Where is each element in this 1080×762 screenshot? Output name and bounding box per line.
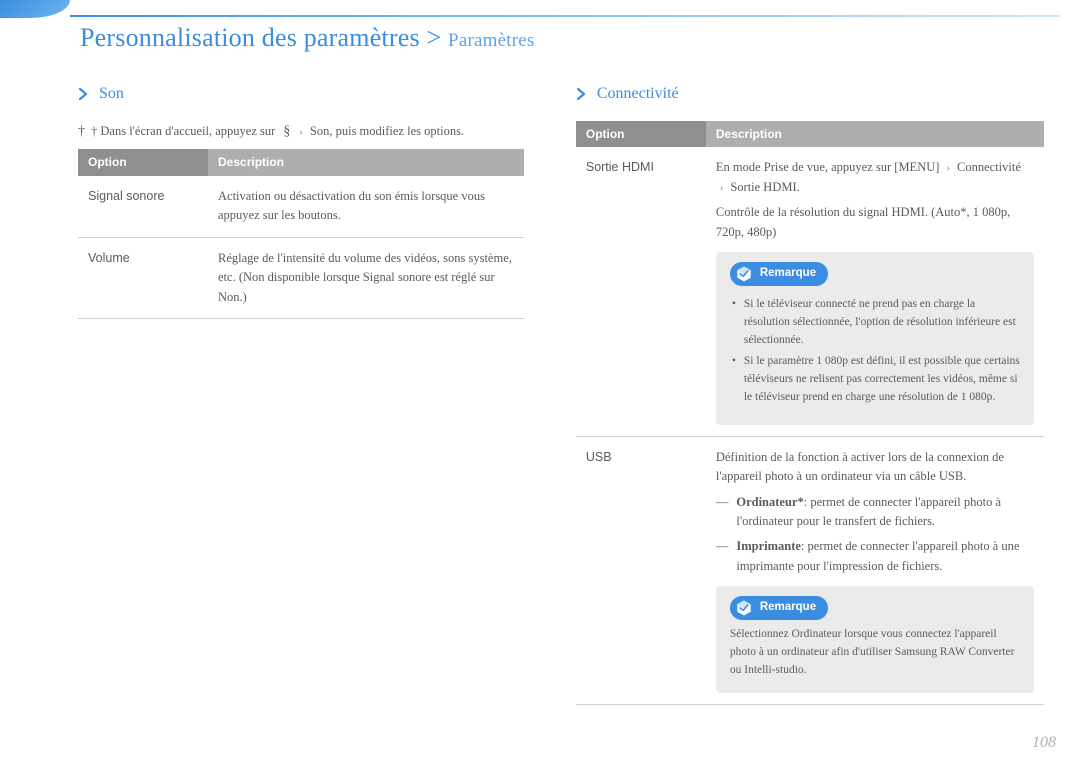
dagger-icon: † — [78, 124, 85, 139]
table-row: Sortie HDMI En mode Prise de vue, appuye… — [576, 147, 1044, 436]
note-cube-icon — [734, 264, 754, 284]
connectivite-options-table: Option Description Sortie HDMI En mode P… — [576, 121, 1044, 706]
breadcrumb-main: Personnalisation des paramètres — [80, 23, 420, 52]
son-th-description: Description — [208, 149, 524, 176]
section-title-son-label: Son — [99, 82, 124, 107]
left-column: Son † † Dans l'écran d'accueil, appuyez s… — [78, 72, 524, 740]
note-box-usb: Remarque Sélectionnez Ordinateur lorsque… — [716, 586, 1034, 693]
conn-th-description: Description — [706, 121, 1044, 148]
hdmi-after: Contrôle de la résolution du signal HDMI… — [716, 205, 1010, 238]
hdmi-line3: Sortie HDMI. — [730, 180, 799, 194]
son-options-table: Option Description Signal sonore Activat… — [78, 149, 524, 318]
desc-usb: Définition de la fonction à activer lors… — [706, 436, 1044, 705]
table-row: Volume Réglage de l'intensité du volume … — [78, 237, 524, 318]
note-label: Remarque — [760, 599, 816, 617]
note-label: Remarque — [760, 265, 816, 283]
usb-bullet-label: Imprimante: permet de connecter l'appare… — [736, 537, 1034, 576]
note-cube-icon — [734, 598, 754, 618]
breadcrumb-sub: Paramètres — [448, 30, 534, 51]
note-text-usb: Sélectionnez Ordinateur lorsque vous con… — [730, 626, 1020, 679]
breadcrumb-sep: > — [420, 23, 448, 52]
note-box-hdmi: Remarque Si le téléviseur connecté ne pr… — [716, 252, 1034, 425]
dash-icon: — — [716, 537, 729, 576]
content: Son † † Dans l'écran d'accueil, appuyez s… — [78, 72, 1044, 740]
dash-icon: — — [716, 493, 729, 532]
son-th-option: Option — [78, 149, 208, 176]
note-badge: Remarque — [730, 262, 828, 286]
note-item: Si le téléviseur connecté ne prend pas e… — [732, 296, 1020, 349]
right-column: Connectivité Option Description Sortie H… — [576, 72, 1044, 740]
header-underline — [70, 15, 1060, 17]
opt-signal-sonore: Signal sonore — [78, 176, 208, 237]
usb-intro: Définition de la fonction à activer lors… — [716, 450, 1004, 483]
section-title-connectivite: Connectivité — [576, 82, 1044, 107]
opt-usb: USB — [576, 436, 706, 705]
header-tab-swoosh — [0, 0, 70, 18]
page-number: 108 — [1032, 731, 1056, 756]
arrow-right-icon: › — [720, 183, 723, 194]
usb-bullet-label: Ordinateur*: permet de connecter l'appar… — [736, 493, 1034, 532]
opt-sortie-hdmi: Sortie HDMI — [576, 147, 706, 436]
note-badge: Remarque — [730, 596, 828, 620]
arrow-right-icon: › — [947, 163, 950, 174]
table-row: USB Définition de la fonction à activer … — [576, 436, 1044, 705]
desc-signal-sonore: Activation ou désactivation du son émis … — [208, 176, 524, 237]
section-title-connectivite-label: Connectivité — [597, 82, 679, 107]
opt-volume: Volume — [78, 237, 208, 318]
header: Personnalisation des paramètres > Paramè… — [0, 0, 1080, 46]
chevron-right-icon — [576, 88, 588, 100]
son-intro-lead: † Dans l'écran d'accueil, appuyez sur — [91, 124, 275, 138]
hdmi-line2: Connectivité — [957, 160, 1021, 174]
hdmi-line1: En mode Prise de vue, appuyez sur [MENU] — [716, 160, 940, 174]
arrow-right-icon: › — [299, 127, 302, 138]
desc-sortie-hdmi: En mode Prise de vue, appuyez sur [MENU]… — [706, 147, 1044, 436]
conn-th-option: Option — [576, 121, 706, 148]
section-title-son: Son — [78, 82, 524, 107]
breadcrumb: Personnalisation des paramètres > Paramè… — [80, 18, 534, 58]
note-list-hdmi: Si le téléviseur connecté ne prend pas e… — [732, 296, 1020, 407]
usb-bullet-imprimante: — Imprimante: permet de connecter l'appa… — [716, 537, 1034, 576]
desc-volume: Réglage de l'intensité du volume des vid… — [208, 237, 524, 318]
son-intro: † † Dans l'écran d'accueil, appuyez sur §… — [78, 121, 524, 143]
son-intro-after: Son, puis modifiez les options. — [310, 124, 464, 138]
table-row: Signal sonore Activation ou désactivatio… — [78, 176, 524, 237]
note-item: Si le paramètre 1 080p est défini, il es… — [732, 353, 1020, 406]
chevron-right-icon — [78, 88, 90, 100]
usb-bullet-ordinateur: — Ordinateur*: permet de connecter l'app… — [716, 493, 1034, 532]
section-icon: § — [283, 124, 290, 139]
